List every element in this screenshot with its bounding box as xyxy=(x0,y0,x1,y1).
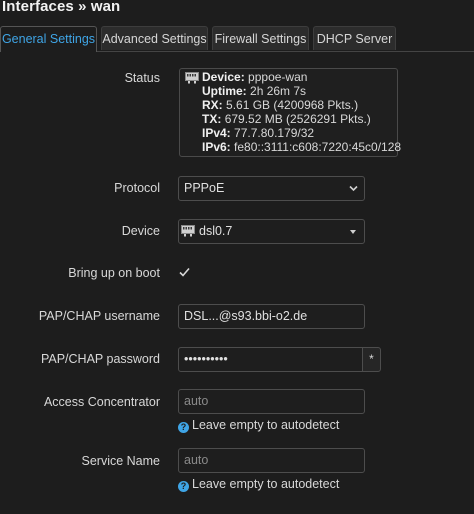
status-ipv6-key: IPv6: xyxy=(202,140,231,154)
status-ipv4-key: IPv4: xyxy=(202,126,231,140)
help-icon: ? xyxy=(178,422,189,433)
bring-up-on-boot-checkbox[interactable] xyxy=(178,266,191,279)
status-device: Device: pppoe-wan xyxy=(202,70,307,84)
access-concentrator-hint: ? Leave empty to autodetect xyxy=(178,418,339,433)
tab-advanced-settings[interactable]: Advanced Settings xyxy=(101,26,208,50)
username-label: PAP/CHAP username xyxy=(38,309,160,323)
status-tx-key: TX: xyxy=(202,112,222,126)
caret-down-icon xyxy=(350,230,356,234)
chevron-down-icon xyxy=(349,185,358,192)
status-tx: TX: 679.52 MB (2526291 Pkts.) xyxy=(202,112,371,126)
device-select[interactable]: dsl0.7 xyxy=(178,219,365,244)
status-uptime-value: 2h 26m 7s xyxy=(250,84,307,98)
password-input[interactable]: •••••••••• xyxy=(178,347,363,372)
network-port-icon xyxy=(181,225,195,237)
reveal-password-button[interactable]: * xyxy=(362,347,381,372)
service-name-hint: ? Leave empty to autodetect xyxy=(178,477,339,492)
status-ipv4: IPv4: 77.7.80.179/32 xyxy=(202,126,314,140)
tab-bar: General Settings Advanced Settings Firew… xyxy=(0,26,474,52)
page-title: Interfaces » wan xyxy=(2,0,121,15)
help-icon: ? xyxy=(178,481,189,492)
access-concentrator-input[interactable]: auto xyxy=(178,389,365,414)
protocol-select[interactable]: PPPoE xyxy=(178,176,365,201)
status-label: Status xyxy=(124,71,160,85)
username-input[interactable]: DSL...@s93.bbi-o2.de xyxy=(178,304,365,329)
password-label: PAP/CHAP password xyxy=(40,352,160,366)
status-uptime: Uptime: 2h 26m 7s xyxy=(202,84,306,98)
status-rx-key: RX: xyxy=(202,98,223,112)
access-concentrator-placeholder: auto xyxy=(184,394,209,408)
tab-general-settings[interactable]: General Settings xyxy=(0,26,97,52)
device-value: dsl0.7 xyxy=(199,224,233,238)
status-panel: Device: pppoe-wan Uptime: 2h 26m 7s RX: … xyxy=(179,68,401,157)
device-label: Device xyxy=(121,224,160,238)
status-device-key: Device: xyxy=(202,70,245,84)
tab-firewall-settings[interactable]: Firewall Settings xyxy=(212,26,309,50)
tab-dhcp-server[interactable]: DHCP Server xyxy=(313,26,396,50)
status-tx-value: 679.52 MB (2526291 Pkts.) xyxy=(224,112,371,126)
status-uptime-key: Uptime: xyxy=(202,84,247,98)
network-port-icon xyxy=(185,72,199,84)
service-name-hint-text: Leave empty to autodetect xyxy=(192,477,340,491)
bring-up-on-boot-label: Bring up on boot xyxy=(68,266,160,280)
access-concentrator-hint-text: Leave empty to autodetect xyxy=(192,418,340,432)
status-ipv6: IPv6: fe80::3111:c608:7220:45c0/128 xyxy=(202,140,401,154)
protocol-value: PPPoE xyxy=(184,181,225,195)
status-ipv6-value: fe80::3111:c608:7220:45c0/128 xyxy=(234,140,402,154)
status-ipv4-value: 77.7.80.179/32 xyxy=(234,126,315,140)
protocol-label: Protocol xyxy=(114,181,160,195)
service-name-placeholder: auto xyxy=(184,453,209,467)
service-name-input[interactable]: auto xyxy=(178,448,365,473)
status-device-value: pppoe-wan xyxy=(248,70,308,84)
status-rx: RX: 5.61 GB (4200968 Pkts.) xyxy=(202,98,358,112)
access-concentrator-label: Access Concentrator xyxy=(43,395,160,409)
status-rx-value: 5.61 GB (4200968 Pkts.) xyxy=(226,98,359,112)
service-name-label: Service Name xyxy=(81,454,161,468)
